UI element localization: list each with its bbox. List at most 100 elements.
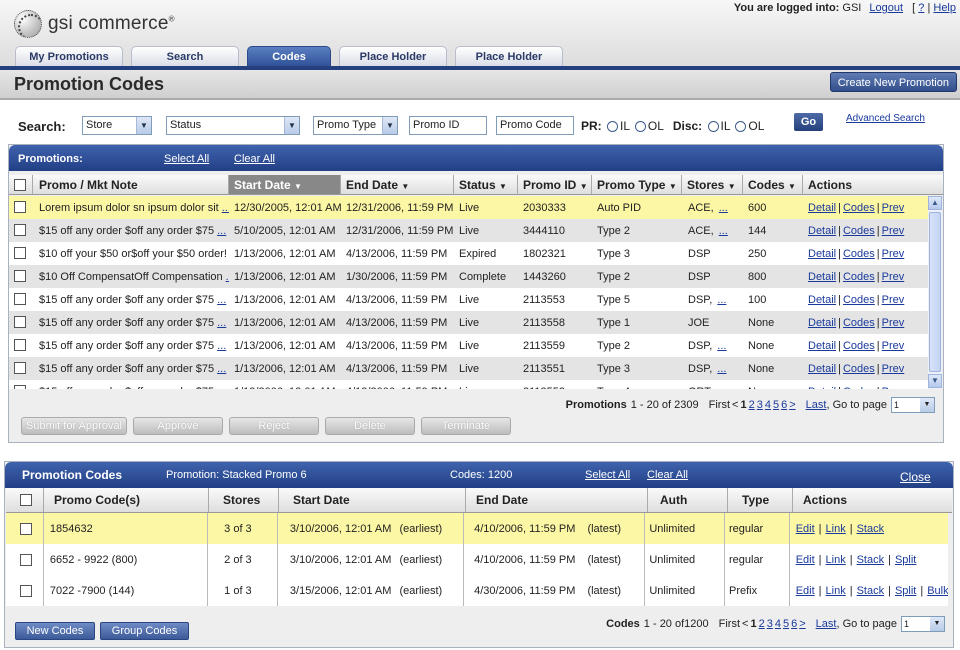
promo-note-more-link[interactable]: ...: [222, 202, 229, 214]
page-select[interactable]: 1 ▼: [901, 616, 945, 632]
pager-page-link[interactable]: 4: [775, 618, 781, 630]
action-detail-link[interactable]: Detail: [808, 363, 836, 375]
pager-page-link[interactable]: 4: [765, 399, 771, 411]
col-status[interactable]: Status ▼: [454, 175, 518, 194]
delete-button[interactable]: Delete: [325, 417, 415, 435]
help-question-link[interactable]: ?: [918, 2, 924, 14]
scroll-down-icon[interactable]: ▼: [928, 374, 942, 388]
pr-ol-radio[interactable]: [634, 121, 646, 132]
col-promo-id[interactable]: Promo ID ▼: [518, 175, 592, 194]
promo-type-select[interactable]: Promo Type ▼: [313, 116, 398, 135]
pager-page-link[interactable]: 6: [781, 399, 787, 411]
action-stack-link[interactable]: Stack: [857, 523, 885, 535]
action-detail-link[interactable]: Detail: [808, 294, 836, 306]
codes-close-link[interactable]: Close: [900, 470, 931, 484]
row-checkbox[interactable]: [14, 224, 26, 236]
promo-note-more-link[interactable]: ...: [217, 225, 226, 237]
col-code-end-date[interactable]: End Date: [466, 488, 648, 512]
action-codes-link[interactable]: Codes: [843, 386, 875, 390]
codes-select-all-checkbox[interactable]: [20, 494, 32, 506]
action-bulk-link[interactable]: Bulk: [927, 585, 948, 597]
stores-more-link[interactable]: ...: [719, 202, 728, 214]
tab-search[interactable]: Search: [131, 46, 239, 67]
logout-link[interactable]: Logout: [869, 2, 903, 14]
action-codes-link[interactable]: Codes: [843, 363, 875, 375]
promo-id-input[interactable]: Promo ID: [409, 116, 487, 135]
tab-my-promotions[interactable]: My Promotions: [15, 46, 123, 67]
action-detail-link[interactable]: Detail: [808, 386, 836, 390]
col-promo-note[interactable]: Promo / Mkt Note: [33, 175, 229, 194]
action-codes-link[interactable]: Codes: [843, 340, 875, 352]
row-checkbox[interactable]: [14, 385, 26, 389]
pager-page-link[interactable]: 5: [783, 618, 789, 630]
row-checkbox[interactable]: [14, 247, 26, 259]
create-new-promotion-button[interactable]: Create New Promotion: [829, 72, 957, 92]
scroll-up-icon[interactable]: ▲: [928, 196, 942, 210]
action-prev-link[interactable]: Prev: [882, 363, 905, 375]
action-detail-link[interactable]: Detail: [808, 248, 836, 260]
stores-more-link[interactable]: ...: [717, 363, 726, 375]
promo-note-more-link[interactable]: ...: [217, 294, 226, 306]
disc-il-radio[interactable]: [707, 121, 719, 132]
tab-place-holder-2[interactable]: Place Holder: [455, 46, 563, 67]
row-checkbox[interactable]: [20, 553, 32, 566]
promotions-select-all-link[interactable]: Select All: [164, 153, 209, 165]
promotions-scrollbar[interactable]: ▲ ▼: [928, 196, 942, 389]
action-detail-link[interactable]: Detail: [808, 225, 836, 237]
pager-next-link[interactable]: >: [799, 618, 805, 630]
row-checkbox[interactable]: [14, 270, 26, 282]
codes-clear-all-link[interactable]: Clear All: [647, 469, 688, 481]
action-stack-link[interactable]: Stack: [857, 585, 885, 597]
pager-page-link[interactable]: 6: [791, 618, 797, 630]
tab-codes[interactable]: Codes: [247, 46, 331, 67]
help-link[interactable]: Help: [933, 2, 956, 14]
page-select[interactable]: 1 ▼: [891, 397, 935, 413]
submit-for-approval-button[interactable]: Submit for Approval: [21, 417, 127, 435]
store-select[interactable]: Store ▼: [82, 116, 152, 135]
col-code-start-date[interactable]: Start Date: [279, 488, 466, 512]
col-promo-type[interactable]: Promo Type ▼: [592, 175, 682, 194]
pr-il-radio[interactable]: [607, 121, 619, 132]
pager-next-link[interactable]: >: [789, 399, 795, 411]
reject-button[interactable]: Reject: [229, 417, 319, 435]
action-detail-link[interactable]: Detail: [808, 340, 836, 352]
col-auth[interactable]: Auth: [648, 488, 728, 512]
action-prev-link[interactable]: Prev: [882, 294, 905, 306]
action-codes-link[interactable]: Codes: [843, 294, 875, 306]
row-checkbox[interactable]: [14, 316, 26, 328]
col-stores[interactable]: Stores ▼: [682, 175, 743, 194]
action-detail-link[interactable]: Detail: [808, 202, 836, 214]
row-checkbox[interactable]: [14, 201, 26, 213]
action-detail-link[interactable]: Detail: [808, 317, 836, 329]
action-codes-link[interactable]: Codes: [843, 202, 875, 214]
codes-select-all-link[interactable]: Select All: [585, 469, 630, 481]
action-link-link[interactable]: Link: [826, 585, 846, 597]
new-codes-button[interactable]: New Codes: [15, 622, 95, 640]
promo-code-input[interactable]: Promo Code: [496, 116, 574, 135]
action-edit-link[interactable]: Edit: [796, 523, 815, 535]
col-end-date[interactable]: End Date ▼: [341, 175, 454, 194]
action-codes-link[interactable]: Codes: [843, 271, 875, 283]
pager-page-link[interactable]: 2: [759, 618, 765, 630]
promo-note-more-link[interactable]: ...: [217, 363, 226, 375]
col-codes[interactable]: Codes ▼: [743, 175, 803, 194]
promo-note-more-link[interactable]: ...: [217, 317, 226, 329]
row-checkbox[interactable]: [14, 362, 26, 374]
action-detail-link[interactable]: Detail: [808, 271, 836, 283]
pager-last-link[interactable]: Last: [816, 618, 837, 630]
tab-place-holder-1[interactable]: Place Holder: [339, 46, 447, 67]
advanced-search-link[interactable]: Advanced Search: [846, 113, 925, 124]
row-checkbox[interactable]: [14, 293, 26, 305]
action-prev-link[interactable]: Prev: [882, 317, 905, 329]
row-checkbox[interactable]: [20, 522, 32, 535]
col-code-stores[interactable]: Stores: [209, 488, 279, 512]
promotions-clear-all-link[interactable]: Clear All: [234, 153, 275, 165]
col-start-date[interactable]: Start Date ▼: [229, 175, 341, 194]
action-prev-link[interactable]: Prev: [882, 248, 905, 260]
disc-ol-radio[interactable]: [735, 121, 747, 132]
action-codes-link[interactable]: Codes: [843, 317, 875, 329]
stores-more-link[interactable]: ...: [717, 294, 726, 306]
col-promo-codes[interactable]: Promo Code(s): [44, 488, 209, 512]
stores-more-link[interactable]: ...: [717, 340, 726, 352]
approve-button[interactable]: Approve: [133, 417, 223, 435]
